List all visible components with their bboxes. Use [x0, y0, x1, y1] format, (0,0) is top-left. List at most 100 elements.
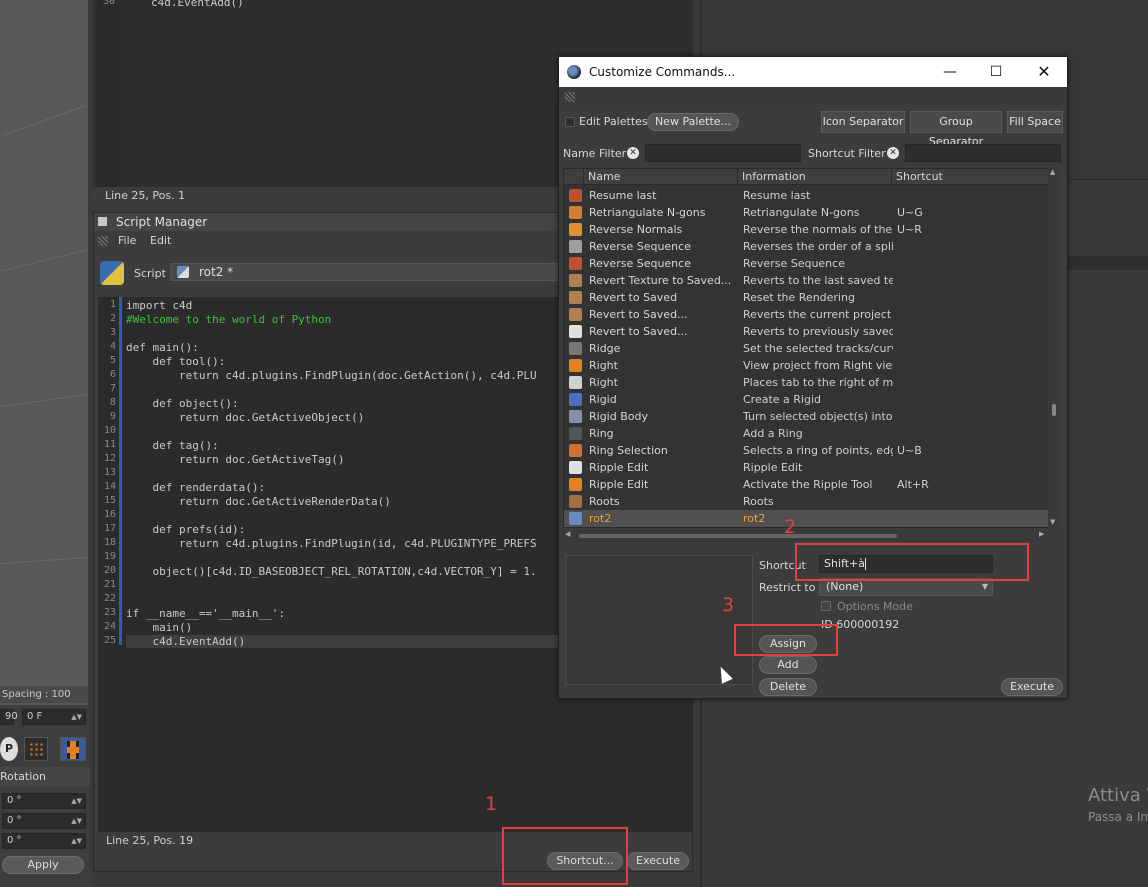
table-row[interactable]: Right View project from Right view [564, 357, 1048, 374]
frame-start-field[interactable]: 90 [0, 709, 18, 725]
scroll-up-icon[interactable]: ▲ [1050, 168, 1055, 176]
table-vertical-scrollbar[interactable]: ▲ ▼ [1048, 168, 1060, 528]
script-select[interactable]: rot2 * [170, 263, 590, 281]
scroll-thumb[interactable] [1052, 404, 1056, 416]
command-name: Ring [589, 427, 614, 440]
annotation-box-2 [795, 543, 1029, 581]
table-horizontal-scrollbar[interactable]: ◀ ▶ [563, 530, 1049, 542]
points-mode-icon[interactable] [24, 737, 48, 761]
table-row[interactable]: Retriangulate N-gons Retriangulate N-gons… [564, 204, 1048, 221]
name-filter-input[interactable] [645, 144, 801, 162]
shortcut-filter-input[interactable] [905, 144, 1061, 162]
fill-space-button[interactable]: Fill Space [1007, 111, 1063, 133]
column-name[interactable]: Name [584, 169, 738, 185]
activation-watermark-sub: Passa a Im [1088, 810, 1148, 824]
code-line-number: 8 [109, 397, 116, 408]
command-icon [569, 291, 582, 304]
maximize-icon[interactable]: ☐ [973, 57, 1019, 87]
rotation-h-field[interactable]: 0 ° ▲▼ [2, 793, 86, 809]
table-row[interactable]: Ridge Set the selected tracks/curves [564, 340, 1048, 357]
rotation-b-field[interactable]: 0 ° ▲▼ [2, 833, 86, 849]
rotation-p-field[interactable]: 0 ° ▲▼ [2, 813, 86, 829]
command-icon [569, 206, 582, 219]
dialog-titlebar[interactable]: Customize Commands... — ☐ ✕ [559, 57, 1067, 87]
table-row[interactable]: Reverse Sequence Reverses the order of a … [564, 238, 1048, 255]
edit-palettes-checkbox[interactable] [565, 117, 575, 127]
customize-commands-dialog: Customize Commands... — ☐ ✕ Edit Palette… [558, 56, 1068, 699]
filmstrip-icon[interactable] [60, 737, 86, 761]
minimize-icon[interactable]: — [927, 57, 973, 87]
code-line-number: 17 [103, 523, 116, 534]
code-line: def tool(): [126, 355, 226, 368]
scroll-thumb[interactable] [579, 534, 897, 538]
clear-shortcut-filter-icon[interactable]: ✕ [887, 147, 899, 159]
command-icon [569, 325, 582, 338]
restrict-to-label: Restrict to [759, 581, 816, 594]
frame-field[interactable]: 0 F ▲▼ [22, 709, 86, 725]
scroll-right-icon[interactable]: ▶ [1039, 530, 1044, 538]
edit-palettes-label: Edit Palettes [579, 115, 648, 128]
table-row[interactable]: Ring Add a Ring [564, 425, 1048, 442]
icon-separator-button[interactable]: Icon Separator [821, 111, 905, 133]
command-shortcut: Alt+R [897, 478, 929, 491]
table-row[interactable]: Ripple Edit Ripple Edit [564, 459, 1048, 476]
column-information[interactable]: Information [738, 169, 892, 185]
column-shortcut[interactable]: Shortcut [892, 169, 1048, 185]
table-row[interactable]: Revert Texture to Saved... Reverts to the… [564, 272, 1048, 289]
code-line-number: 12 [103, 453, 116, 464]
command-information: Reverse Sequence [743, 257, 845, 270]
delete-button[interactable]: Delete [759, 678, 817, 696]
table-row[interactable]: Ring Selection Selects a ring of points, … [564, 442, 1048, 459]
table-row[interactable]: Rigid Body Turn selected object(s) into a [564, 408, 1048, 425]
table-row[interactable]: Ripple Edit Activate the Ripple Tool Alt+R [564, 476, 1048, 493]
menu-edit[interactable]: Edit [150, 232, 171, 250]
code-line-number: 7 [109, 383, 116, 394]
new-palette-button[interactable]: New Palette... [647, 113, 739, 131]
command-information: Selects a ring of points, edge [743, 444, 893, 457]
table-row[interactable]: Revert to Saved... Reverts to previously … [564, 323, 1048, 340]
code-line: return doc.GetActiveTag() [126, 453, 345, 466]
command-name: Ripple Edit [589, 461, 649, 474]
menu-file[interactable]: File [118, 232, 136, 250]
scroll-left-icon[interactable]: ◀ [565, 530, 570, 538]
scroll-down-icon[interactable]: ▼ [1050, 518, 1055, 526]
options-mode-checkbox[interactable] [821, 601, 831, 611]
table-row[interactable]: Revert to Saved... Reverts the current pr… [564, 306, 1048, 323]
command-icon [569, 308, 582, 321]
table-row[interactable]: Revert to Saved Reset the Rendering [564, 289, 1048, 306]
table-row[interactable]: Reverse Sequence Reverse Sequence [564, 255, 1048, 272]
dialog-execute-button[interactable]: Execute [1001, 678, 1063, 696]
code-line-number: 1 [109, 299, 116, 310]
table-row[interactable]: Right Places tab to the right of mar [564, 374, 1048, 391]
command-name: Retriangulate N-gons [589, 206, 706, 219]
code-line-number: 24 [103, 621, 116, 632]
clear-name-filter-icon[interactable]: ✕ [627, 147, 639, 159]
table-row[interactable]: Rigid Create a Rigid [564, 391, 1048, 408]
script-label: Script [134, 267, 166, 280]
command-information: View project from Right view [743, 359, 893, 372]
execute-button[interactable]: Execute [627, 852, 689, 870]
command-information: Reverts to previously saved te [743, 325, 893, 338]
group-separator-button[interactable]: Group Separator [910, 111, 1002, 148]
code-line-number: 23 [103, 607, 116, 618]
annotation-number-2: 2 [784, 516, 797, 538]
grid-spacing-label: Spacing : 100 cm [0, 686, 88, 703]
table-row[interactable]: rot2 rot2 [564, 510, 1048, 527]
viewport-3d[interactable]: Spacing : 100 cm [0, 0, 88, 705]
add-button[interactable]: Add [759, 656, 817, 674]
command-name: rot2 [589, 512, 612, 525]
close-icon[interactable]: ✕ [1021, 57, 1067, 87]
command-icon [569, 274, 582, 287]
code-line-number: 18 [103, 537, 116, 548]
table-row[interactable]: Reverse Normals Reverse the normals of th… [564, 221, 1048, 238]
line-number: 30 [103, 0, 116, 7]
code-line: def prefs(id): [126, 523, 246, 536]
table-row[interactable]: Resume last Resume last [564, 187, 1048, 204]
icon-column-header [564, 169, 584, 185]
record-key-icon[interactable]: P [0, 737, 18, 761]
apply-button[interactable]: Apply [2, 856, 84, 874]
command-icon [569, 359, 582, 372]
table-row[interactable]: Roots Roots [564, 493, 1048, 510]
code-line: return c4d.plugins.FindPlugin(doc.GetAct… [126, 369, 537, 382]
command-name: Ridge [589, 342, 621, 355]
